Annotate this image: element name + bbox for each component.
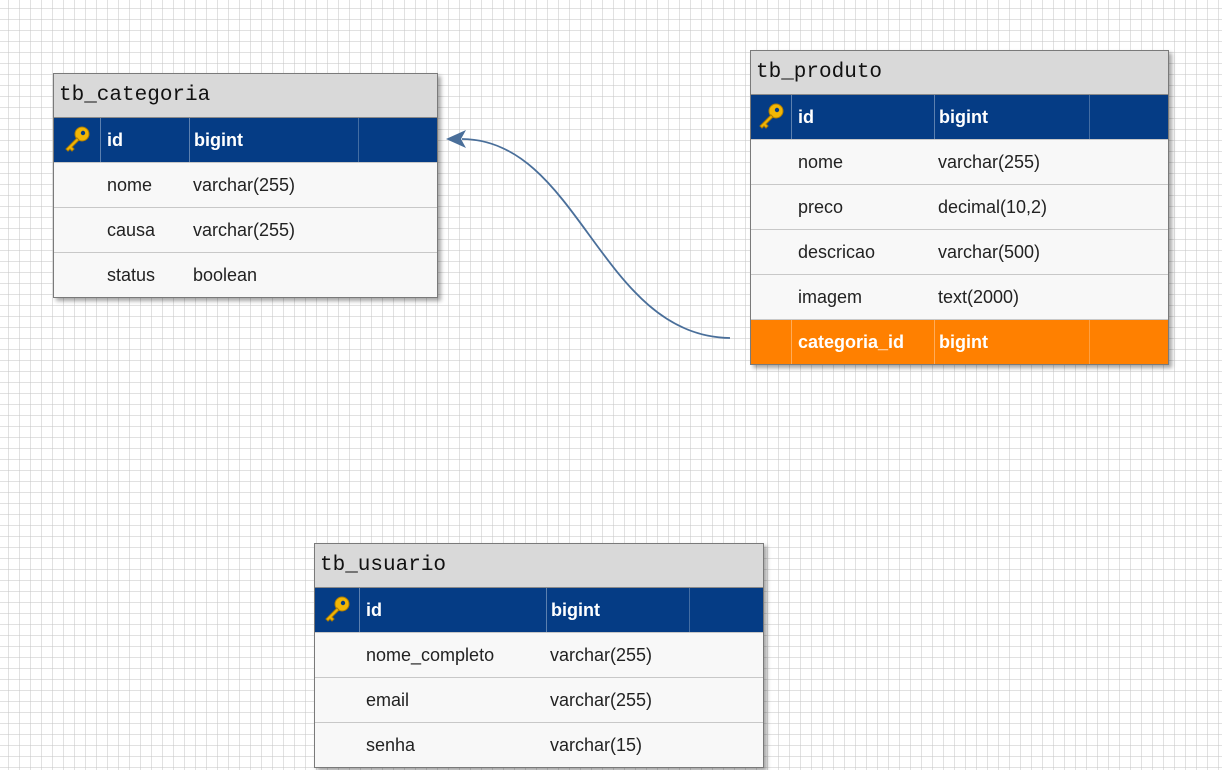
column-type: varchar(255) <box>550 690 653 710</box>
row-marker <box>751 320 791 364</box>
table-row[interactable]: preco decimal(10,2) <box>751 185 1168 230</box>
row-marker <box>315 678 359 722</box>
column-name: senha <box>366 735 416 755</box>
column-name: preco <box>798 197 844 217</box>
table-tb-produto[interactable]: tb_produto id bigint nome varchar(255) p… <box>750 50 1169 365</box>
table-row[interactable]: senha varchar(15) <box>315 723 763 767</box>
table-tb-usuario[interactable]: tb_usuario id bigint nome_completo varch… <box>314 543 764 768</box>
column-name: causa <box>107 220 156 240</box>
table-row-pk[interactable]: id bigint <box>315 588 763 633</box>
column-type: decimal(10,2) <box>938 197 1048 217</box>
table-row-fk[interactable]: categoria_id bigint <box>751 320 1168 364</box>
column-type: varchar(255) <box>550 645 653 665</box>
column-name: id <box>791 95 934 139</box>
column-extra <box>689 588 763 632</box>
table-row-pk[interactable]: id bigint <box>54 118 437 163</box>
key-icon <box>54 118 100 162</box>
column-name: id <box>359 588 546 632</box>
column-extra <box>1089 95 1168 139</box>
column-name: nome <box>798 152 844 172</box>
table-row[interactable]: status boolean <box>54 253 437 297</box>
row-marker <box>54 163 100 207</box>
table-row[interactable]: nome varchar(255) <box>751 140 1168 185</box>
column-type: boolean <box>193 265 258 285</box>
key-icon <box>751 95 791 139</box>
key-icon <box>315 588 359 632</box>
column-name: nome <box>107 175 153 195</box>
column-type: text(2000) <box>938 287 1020 307</box>
table-tb-categoria[interactable]: tb_categoria id bigint nome varchar(255)… <box>53 73 438 298</box>
row-marker <box>54 208 100 252</box>
row-marker <box>751 140 791 184</box>
table-title: tb_usuario <box>315 544 763 588</box>
table-title: tb_produto <box>751 51 1168 95</box>
row-marker <box>751 275 791 319</box>
row-marker <box>751 230 791 274</box>
column-type: varchar(15) <box>550 735 643 755</box>
column-name: nome_completo <box>366 645 495 665</box>
column-type: bigint <box>934 320 1089 364</box>
table-row[interactable]: descricao varchar(500) <box>751 230 1168 275</box>
column-name: status <box>107 265 156 285</box>
column-type: bigint <box>546 588 689 632</box>
row-marker <box>54 253 100 297</box>
column-extra <box>358 118 437 162</box>
column-type: varchar(255) <box>193 220 296 240</box>
column-name: email <box>366 690 410 710</box>
column-extra <box>1089 320 1168 364</box>
column-type: varchar(255) <box>938 152 1041 172</box>
relationship-curve[interactable] <box>461 138 731 339</box>
table-row[interactable]: causa varchar(255) <box>54 208 437 253</box>
table-row[interactable]: imagem text(2000) <box>751 275 1168 320</box>
column-type: bigint <box>189 118 358 162</box>
column-type: bigint <box>934 95 1089 139</box>
arrowhead-icon <box>446 130 466 148</box>
column-name: descricao <box>798 242 876 262</box>
table-row[interactable]: nome varchar(255) <box>54 163 437 208</box>
column-type: varchar(255) <box>193 175 296 195</box>
column-name: categoria_id <box>791 320 934 364</box>
table-row[interactable]: email varchar(255) <box>315 678 763 723</box>
table-title: tb_categoria <box>54 74 437 118</box>
table-row-pk[interactable]: id bigint <box>751 95 1168 140</box>
column-name: imagem <box>798 287 863 307</box>
column-name: id <box>100 118 189 162</box>
table-row[interactable]: nome_completo varchar(255) <box>315 633 763 678</box>
row-marker <box>315 633 359 677</box>
row-marker <box>315 723 359 767</box>
diagram-canvas: tb_categoria id bigint nome varchar(255)… <box>0 0 1222 770</box>
row-marker <box>751 185 791 229</box>
column-type: varchar(500) <box>938 242 1041 262</box>
